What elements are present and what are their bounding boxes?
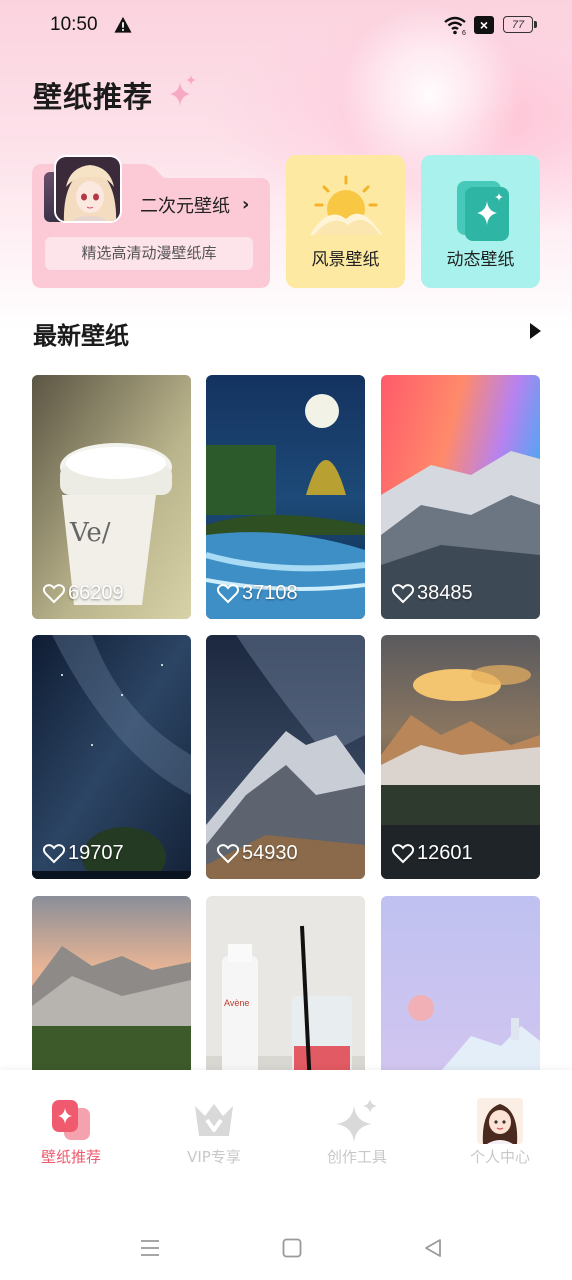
chevron-right-icon: ›	[242, 194, 250, 215]
sparkle-icon	[336, 1099, 377, 1142]
tab-label: 个人中心	[469, 1148, 530, 1166]
anime-card-subtitle: 精选高清动漫壁纸库	[45, 237, 253, 270]
heart-icon	[43, 843, 65, 863]
dynamic-photo-icon	[457, 181, 509, 241]
status-time: 10:50	[50, 14, 98, 35]
section-title-latest: 最新壁纸	[33, 322, 129, 350]
dynamic-card-label: 动态壁纸	[446, 250, 515, 270]
like-count-value: 12601	[417, 842, 473, 864]
battery-icon: 77	[503, 16, 537, 33]
like-count: 12601	[392, 842, 473, 865]
tab-label: 壁纸推荐	[40, 1148, 101, 1166]
status-bar: 10:50 6 × 77	[0, 0, 572, 52]
wallpaper-tile-6[interactable]: 12601	[381, 635, 540, 879]
bottom-tab-bar: 壁纸推荐 VIP专享 创作工具 个人中心	[0, 1070, 572, 1280]
dynamic-wallpaper-card[interactable]: 动态壁纸	[421, 155, 540, 288]
warning-icon	[114, 16, 132, 33]
menu-icon[interactable]	[138, 1236, 162, 1260]
like-count: 38485	[392, 582, 473, 605]
scenery-wallpaper-card[interactable]: 风景壁纸	[286, 155, 405, 288]
svg-text:Avène: Avène	[224, 998, 249, 1008]
wifi-icon: 6	[444, 16, 466, 36]
wallpaper-tile-5[interactable]: 54930	[206, 635, 365, 879]
wallpaper-tile-3[interactable]: 38485	[381, 375, 540, 619]
tab-label: VIP专享	[187, 1148, 241, 1166]
tab-vip[interactable]: VIP专享	[159, 1098, 269, 1167]
like-count-value: 54930	[242, 842, 298, 864]
page-title: 壁纸推荐	[33, 80, 154, 114]
sunrise-landscape-icon	[310, 175, 382, 235]
tab-creative-tools[interactable]: 创作工具	[302, 1098, 412, 1167]
home-icon[interactable]	[280, 1236, 304, 1260]
avatar	[477, 1098, 523, 1144]
tab-wallpaper-recommend[interactable]: 壁纸推荐	[16, 1098, 126, 1167]
back-icon[interactable]	[421, 1236, 445, 1260]
wallpaper-cards-icon	[52, 1100, 90, 1140]
like-count: 19707	[43, 842, 124, 865]
battery-level: 77	[511, 19, 525, 31]
svg-text:Ve/: Ve/	[69, 518, 111, 548]
heart-icon	[392, 843, 414, 863]
wallpaper-tile-1[interactable]: Ve/ 66209	[32, 375, 191, 619]
anime-wallpaper-card[interactable]: 二次元壁纸 › 精选高清动漫壁纸库	[32, 155, 270, 288]
sparkle-icon	[170, 75, 196, 106]
svg-text:6: 6	[462, 30, 466, 36]
tab-profile[interactable]: 个人中心	[445, 1098, 555, 1167]
tab-label: 创作工具	[326, 1148, 387, 1166]
like-count: 54930	[217, 842, 298, 865]
like-count-value: 38485	[417, 582, 473, 604]
wallpaper-tile-2[interactable]: 37108	[206, 375, 365, 619]
like-count-value: 19707	[68, 842, 124, 864]
like-count-value: 37108	[242, 582, 298, 604]
play-arrow-icon[interactable]	[528, 322, 542, 340]
like-count: 37108	[217, 582, 298, 605]
no-sim-icon: ×	[474, 16, 494, 34]
heart-icon	[392, 583, 414, 603]
anime-card-label: 二次元壁纸	[140, 196, 230, 217]
heart-icon	[43, 583, 65, 603]
scenery-card-label: 风景壁纸	[311, 250, 380, 270]
heart-icon	[217, 843, 239, 863]
crown-icon	[195, 1104, 233, 1136]
wallpaper-tile-4[interactable]: 19707	[32, 635, 191, 879]
heart-icon	[217, 583, 239, 603]
like-count-value: 66209	[68, 582, 124, 604]
anime-thumbnail	[54, 155, 122, 223]
like-count: 66209	[43, 582, 124, 605]
